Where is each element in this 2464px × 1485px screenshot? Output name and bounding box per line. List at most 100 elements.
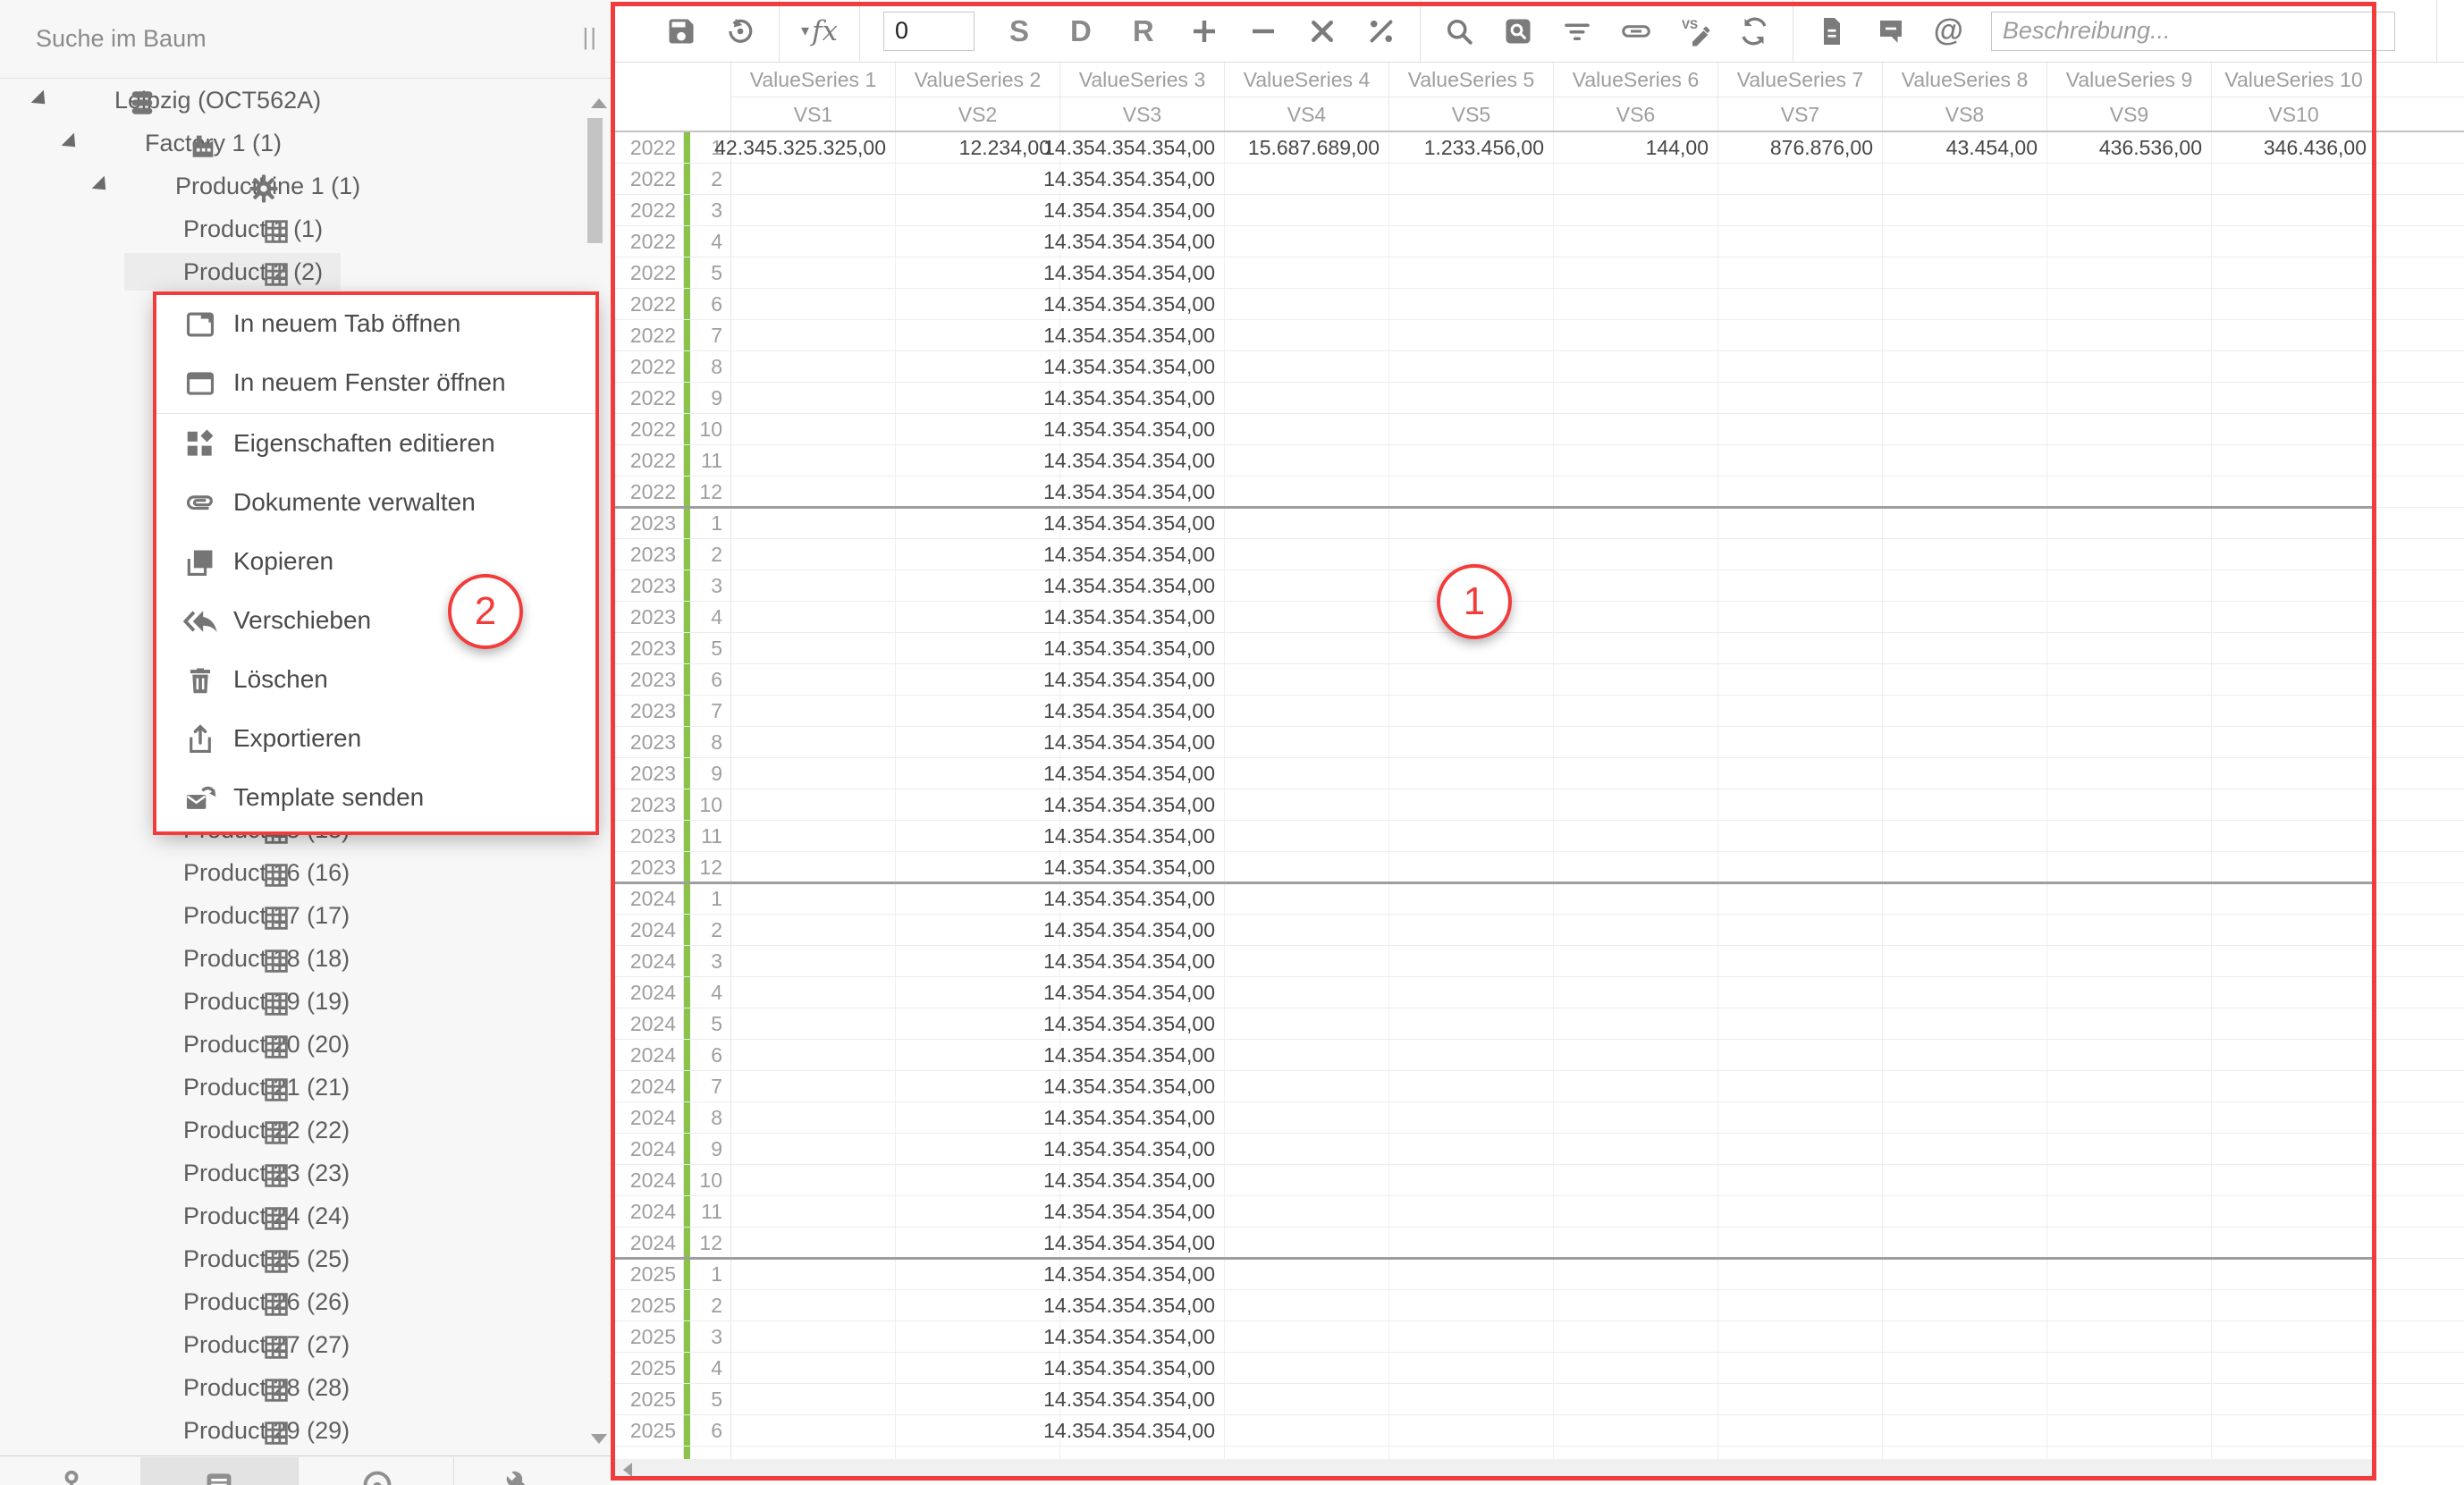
grid-cell[interactable]: 14.354.354.354,00 bbox=[1060, 132, 1225, 163]
d-mode-button[interactable]: D bbox=[1070, 14, 1092, 48]
value-input[interactable] bbox=[883, 12, 975, 51]
tree-expand-icon[interactable] bbox=[92, 176, 113, 197]
settings-tab[interactable] bbox=[503, 1468, 537, 1485]
grid-cell[interactable]: 14.354.354.354,00 bbox=[1060, 1071, 1225, 1101]
grid-cell[interactable] bbox=[1883, 1384, 2047, 1414]
grid-cell[interactable] bbox=[1389, 1071, 1554, 1101]
tree-node-product-17-17[interactable]: Product 17 (17) bbox=[0, 894, 581, 937]
grid-cell[interactable] bbox=[2047, 633, 2212, 663]
grid-cell[interactable] bbox=[1718, 1196, 1883, 1227]
grid-cell[interactable] bbox=[1225, 414, 1389, 444]
grid-cell[interactable] bbox=[1225, 1165, 1389, 1195]
grid-cell[interactable] bbox=[2212, 320, 2376, 350]
grid-cell[interactable]: 42.345.325.325,00 bbox=[731, 132, 896, 163]
r-mode-button[interactable]: R bbox=[1133, 14, 1154, 48]
grid-cell[interactable] bbox=[1389, 508, 1554, 538]
grid-cell[interactable] bbox=[1554, 257, 1718, 288]
grid-cell[interactable]: 14.354.354.354,00 bbox=[1060, 758, 1225, 789]
grid-cell[interactable] bbox=[896, 1071, 1060, 1101]
grid-cell[interactable] bbox=[1554, 1353, 1718, 1383]
grid-cell[interactable] bbox=[731, 508, 896, 538]
grid-cell[interactable] bbox=[1883, 852, 2047, 882]
grid-cell[interactable] bbox=[1554, 1415, 1718, 1446]
grid-cell[interactable] bbox=[1389, 852, 1554, 882]
save-button[interactable] bbox=[665, 15, 697, 47]
grid-cell[interactable]: 14.354.354.354,00 bbox=[1060, 1290, 1225, 1320]
grid-cell[interactable] bbox=[2047, 1071, 2212, 1101]
grid-cell[interactable] bbox=[2212, 1134, 2376, 1164]
grid-cell[interactable] bbox=[1389, 977, 1554, 1008]
grid-cell[interactable] bbox=[1389, 664, 1554, 695]
grid-cell[interactable] bbox=[1225, 1134, 1389, 1164]
menu-item-delete[interactable]: Löschen bbox=[156, 651, 595, 710]
grid-cell[interactable] bbox=[2212, 1384, 2376, 1414]
grid-cell[interactable] bbox=[731, 789, 896, 820]
grid-cell[interactable]: 14.354.354.354,00 bbox=[1060, 977, 1225, 1008]
grid-cell[interactable] bbox=[896, 977, 1060, 1008]
grid-cell[interactable] bbox=[731, 320, 896, 350]
grid-cell[interactable] bbox=[1883, 1040, 2047, 1070]
grid-cell[interactable] bbox=[1225, 915, 1389, 945]
grid-cell[interactable] bbox=[896, 1196, 1060, 1227]
grid-cell[interactable] bbox=[1225, 883, 1389, 914]
grid-cell[interactable] bbox=[896, 789, 1060, 820]
grid-cell[interactable]: 14.354.354.354,00 bbox=[1060, 1040, 1225, 1070]
grid-cell[interactable]: 14.354.354.354,00 bbox=[1060, 445, 1225, 476]
grid-cell[interactable] bbox=[1389, 1290, 1554, 1320]
grid-cell[interactable] bbox=[2212, 977, 2376, 1008]
grid-cell[interactable] bbox=[2212, 821, 2376, 851]
grid-cell[interactable] bbox=[1883, 383, 2047, 413]
grid-cell[interactable] bbox=[2212, 1102, 2376, 1133]
grid-cell[interactable]: 14.354.354.354,00 bbox=[1060, 852, 1225, 882]
tree-scrollbar-thumb[interactable] bbox=[587, 118, 603, 243]
grid-cell[interactable]: 14.354.354.354,00 bbox=[1060, 789, 1225, 820]
grid-cell[interactable]: 14.354.354.354,00 bbox=[1060, 1259, 1225, 1289]
grid-cell[interactable] bbox=[2212, 539, 2376, 570]
grid-cell[interactable] bbox=[1554, 226, 1718, 257]
grid-cell[interactable]: 14.354.354.354,00 bbox=[1060, 226, 1225, 257]
grid-cell[interactable] bbox=[1554, 164, 1718, 194]
grid-cell[interactable] bbox=[896, 1259, 1060, 1289]
s-mode-button[interactable]: S bbox=[1009, 14, 1029, 48]
grid-cell[interactable] bbox=[2212, 289, 2376, 319]
grid-cell[interactable] bbox=[1718, 1384, 1883, 1414]
grid-cell[interactable] bbox=[1389, 1228, 1554, 1258]
grid-cell[interactable] bbox=[2047, 226, 2212, 257]
grid-cell[interactable] bbox=[731, 727, 896, 757]
grid-cell[interactable] bbox=[1883, 789, 2047, 820]
grid-cell[interactable] bbox=[1718, 1447, 1883, 1459]
grid-cell[interactable] bbox=[2047, 1415, 2212, 1446]
grid-cell[interactable] bbox=[1554, 915, 1718, 945]
grid-cell[interactable]: 14.354.354.354,00 bbox=[1060, 570, 1225, 601]
grid-cell[interactable] bbox=[2047, 1102, 2212, 1133]
grid-cell[interactable] bbox=[2047, 383, 2212, 413]
grid-cell[interactable]: 14.354.354.354,00 bbox=[1060, 164, 1225, 194]
grid-cell[interactable] bbox=[731, 1228, 896, 1258]
grid-cell[interactable] bbox=[2212, 1040, 2376, 1070]
grid-cell[interactable] bbox=[896, 664, 1060, 695]
grid-cell[interactable] bbox=[1883, 257, 2047, 288]
search-replace-button[interactable] bbox=[1502, 15, 1534, 47]
grid-cell[interactable] bbox=[1225, 477, 1389, 507]
grid-cell[interactable]: 14.354.354.354,00 bbox=[1060, 195, 1225, 225]
grid-cell[interactable] bbox=[1225, 1071, 1389, 1101]
grid-cell[interactable] bbox=[731, 883, 896, 914]
grid-cell[interactable] bbox=[2047, 821, 2212, 851]
grid-cell[interactable] bbox=[2047, 758, 2212, 789]
grid-cell[interactable] bbox=[896, 383, 1060, 413]
grid-cell[interactable] bbox=[731, 445, 896, 476]
grid-cell[interactable] bbox=[1554, 727, 1718, 757]
grid-cell[interactable] bbox=[2212, 727, 2376, 757]
grid-cell[interactable] bbox=[2212, 758, 2376, 789]
grid-cell[interactable] bbox=[1883, 1071, 2047, 1101]
grid-cell[interactable] bbox=[1718, 1008, 1883, 1039]
grid-cell[interactable]: 14.354.354.354,00 bbox=[1060, 320, 1225, 350]
grid-cell[interactable] bbox=[2212, 1415, 2376, 1446]
grid-cell[interactable] bbox=[1718, 289, 1883, 319]
grid-cell[interactable] bbox=[896, 883, 1060, 914]
grid-cell[interactable] bbox=[731, 164, 896, 194]
grid-cell[interactable] bbox=[1225, 696, 1389, 726]
grid-cell[interactable] bbox=[1554, 1196, 1718, 1227]
grid-cell[interactable] bbox=[896, 727, 1060, 757]
grid-cell[interactable] bbox=[896, 257, 1060, 288]
